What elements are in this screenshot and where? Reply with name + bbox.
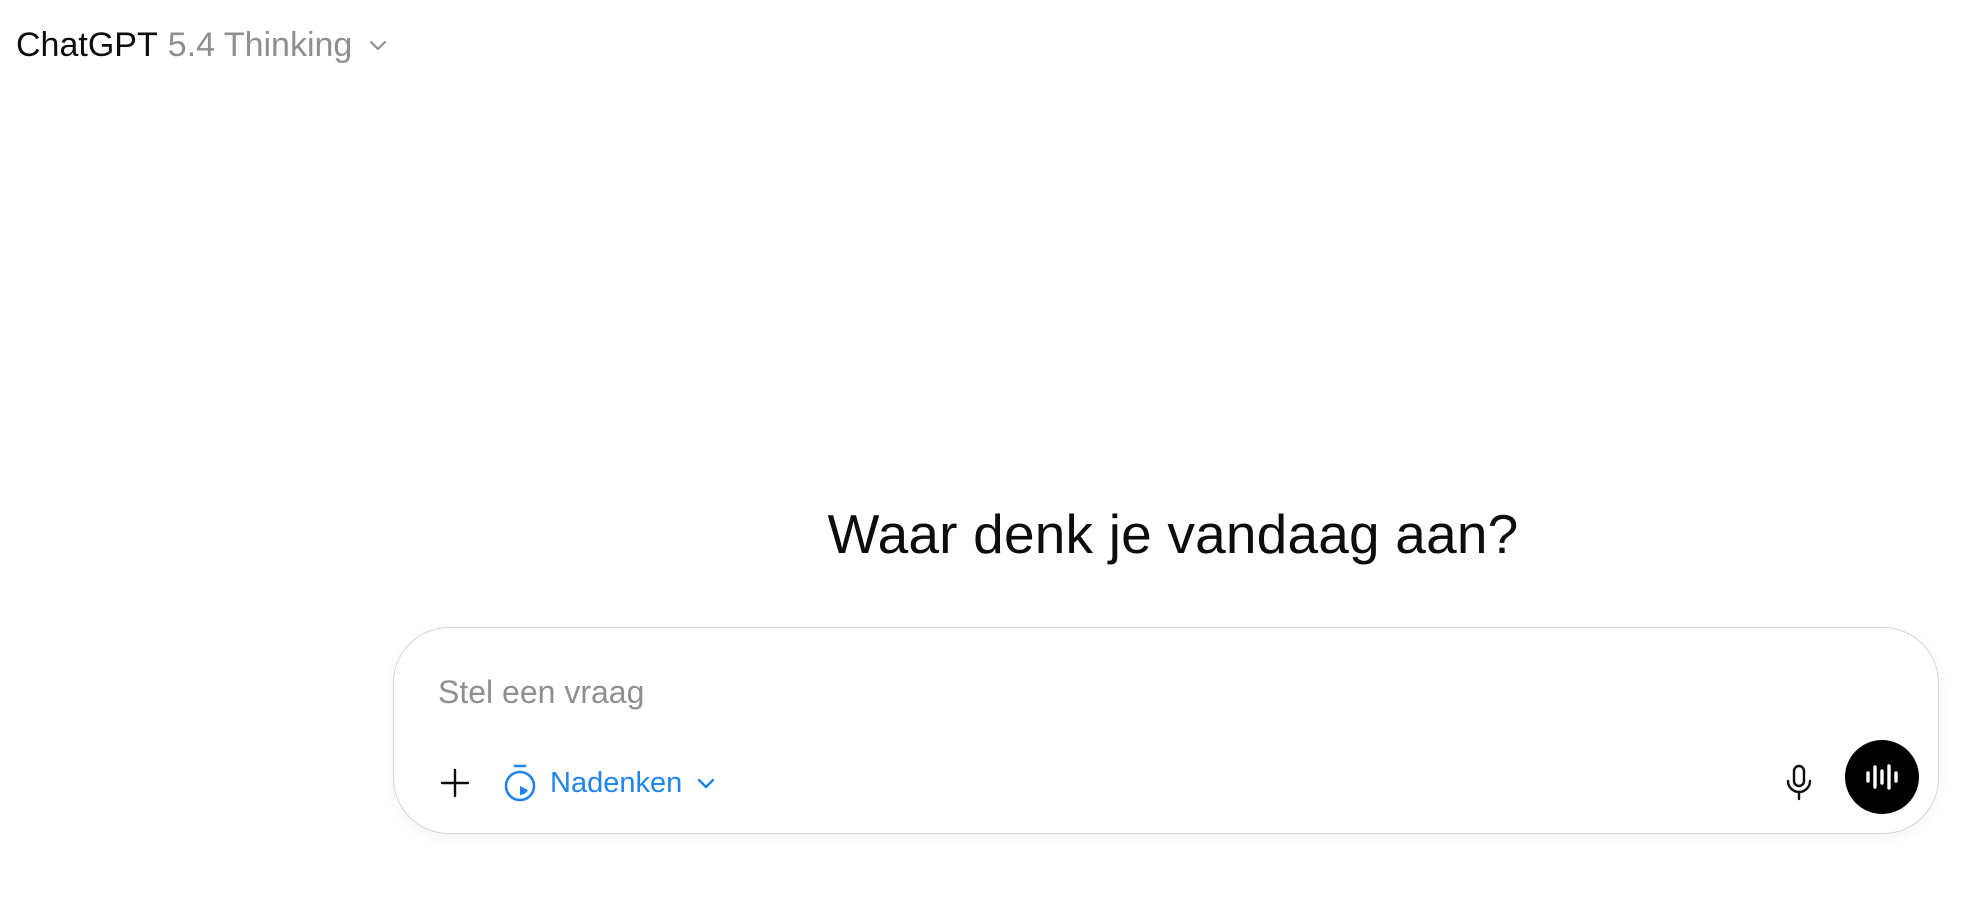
- add-attachment-button[interactable]: [430, 758, 480, 808]
- plus-icon: [440, 768, 470, 798]
- chevron-down-icon: [694, 771, 718, 795]
- chevron-down-icon: [366, 33, 390, 57]
- composer: Nadenken: [393, 627, 1939, 834]
- model-switcher[interactable]: ChatGPT 5.4 Thinking: [16, 18, 390, 72]
- stopwatch-icon: [502, 763, 538, 803]
- thinking-mode-button[interactable]: Nadenken: [502, 755, 718, 811]
- chat-page: ChatGPT 5.4 Thinking Waar denk je vandaa…: [0, 0, 1986, 920]
- microphone-icon: [1786, 764, 1812, 801]
- dictate-button[interactable]: [1774, 758, 1824, 808]
- voice-mode-button[interactable]: [1845, 740, 1919, 814]
- model-version: 5.4 Thinking: [167, 25, 353, 64]
- thinking-mode-label: Nadenken: [550, 766, 683, 799]
- page-title: Waar denk je vandaag aan?: [827, 502, 1519, 565]
- voice-wave-icon: [1866, 764, 1898, 790]
- model-name: ChatGPT: [16, 25, 158, 64]
- prompt-input[interactable]: [436, 666, 1740, 718]
